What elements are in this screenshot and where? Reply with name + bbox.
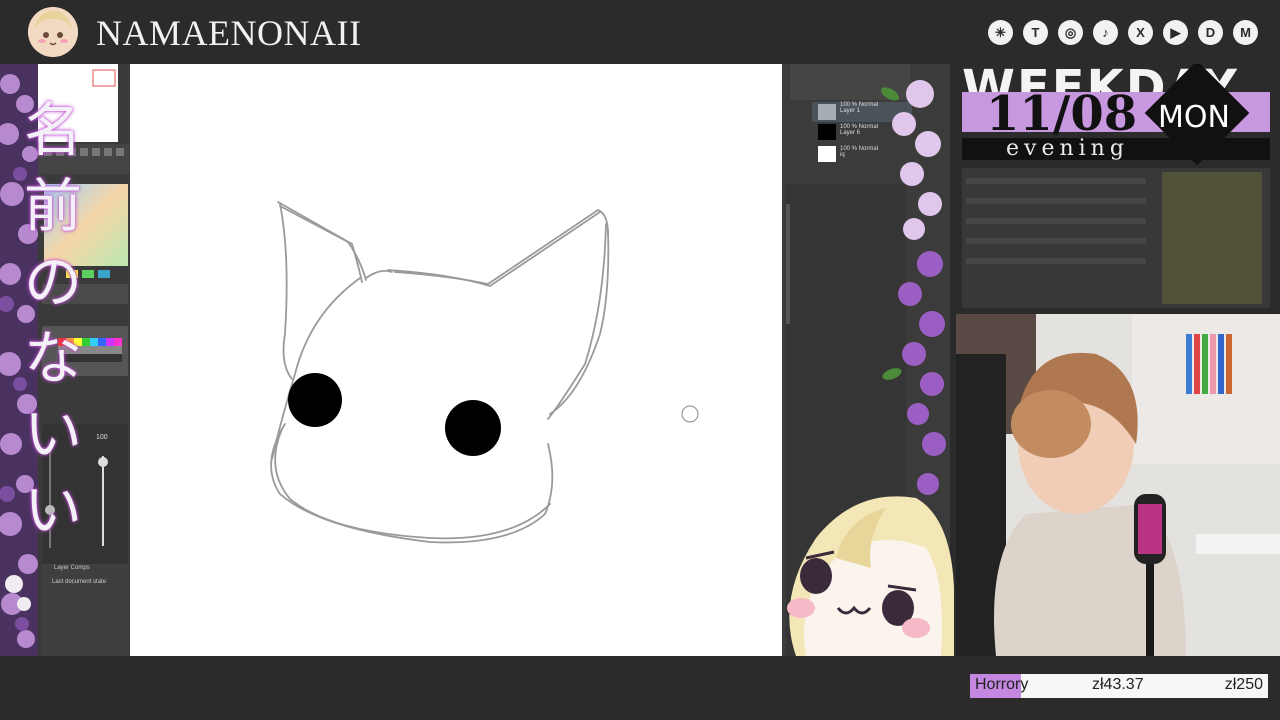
blurred-app-background bbox=[962, 168, 1270, 308]
cat-sketch bbox=[270, 201, 699, 544]
goal-label: Horrory bbox=[975, 676, 1029, 693]
youtube-icon[interactable]: ▶ bbox=[1163, 20, 1188, 45]
schedule-day: MON bbox=[1158, 100, 1230, 135]
schedule-period: evening bbox=[1006, 136, 1129, 161]
top-bar: NAMAENONAII ✳ T ◎ ♪ X ▶ D M bbox=[0, 0, 1280, 64]
tiktok-icon[interactable]: ♪ bbox=[1093, 20, 1118, 45]
left-decor-panel: 100 Layer Comps Last document state 名 前 … bbox=[0, 64, 130, 656]
brush-size-value: 100 bbox=[96, 434, 108, 441]
document-state-label: Last document state bbox=[52, 579, 107, 585]
kanji-char: 名 bbox=[23, 96, 82, 164]
goal-current-amount: zł43.37 bbox=[1092, 676, 1144, 693]
streamer-avatar bbox=[28, 7, 78, 57]
x-icon[interactable]: X bbox=[1128, 20, 1153, 45]
kanji-char: い bbox=[23, 476, 82, 544]
linktree-icon[interactable]: ✳ bbox=[988, 20, 1013, 45]
instagram-icon[interactable]: ◎ bbox=[1058, 20, 1083, 45]
social-links: ✳ T ◎ ♪ X ▶ D M bbox=[988, 20, 1258, 45]
twitch-icon[interactable]: T bbox=[1023, 20, 1048, 45]
schedule-panel: WEEKDAY 11/08 MON evening bbox=[950, 64, 1280, 314]
kanji-char: い bbox=[23, 400, 82, 468]
drawing-canvas[interactable] bbox=[130, 64, 782, 656]
discord-icon[interactable]: D bbox=[1198, 20, 1223, 45]
kanji-char: な bbox=[23, 324, 82, 392]
vertical-name-text: 名 前 の な い い bbox=[18, 92, 88, 548]
kanji-char: 前 bbox=[23, 172, 82, 240]
donation-goal-bar: Horrory zł43.37 zł250 bbox=[970, 674, 1268, 698]
kanji-char: の bbox=[23, 248, 82, 316]
goal-target-amount: zł250 bbox=[1224, 676, 1263, 693]
channel-name: NAMAENONAII bbox=[96, 13, 362, 53]
webcam-feed bbox=[956, 314, 1280, 656]
layer-comps-label: Layer Comps bbox=[54, 565, 90, 571]
gmail-icon[interactable]: M bbox=[1233, 20, 1258, 45]
mascot-chibi bbox=[776, 478, 956, 656]
schedule-date: 11/08 bbox=[986, 86, 1138, 142]
